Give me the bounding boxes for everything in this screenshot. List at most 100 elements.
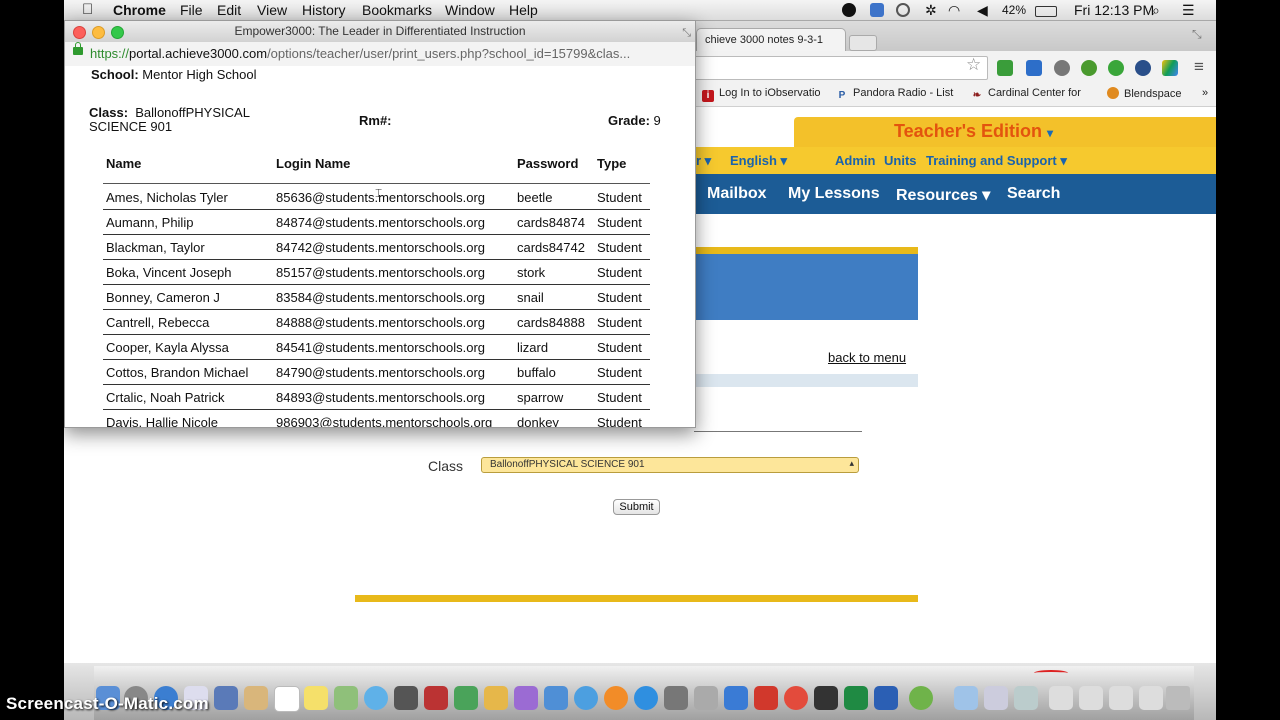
cell-login: 84790@students.mentorschools.org <box>276 365 486 380</box>
app-store-icon[interactable] <box>634 686 658 710</box>
popup-url-bar[interactable]: https://portal.achieve3000.com/options/t… <box>65 42 695 67</box>
documents-folder-icon[interactable] <box>984 686 1008 710</box>
class-select[interactable]: BallonoffPHYSICAL SCIENCE 901 ▴ <box>481 457 859 473</box>
nav-resources[interactable]: Resources ▾ <box>896 185 990 205</box>
downloads-folder-icon[interactable] <box>1014 686 1038 710</box>
chrome-icon[interactable] <box>784 686 808 710</box>
notes-icon[interactable] <box>304 686 328 710</box>
calendar-icon[interactable] <box>274 686 300 712</box>
bookmark-star-icon[interactable]: ☆ <box>966 55 981 75</box>
messages-icon[interactable] <box>364 686 388 710</box>
stack-icon-3[interactable] <box>1109 686 1133 710</box>
new-tab-button[interactable] <box>849 35 877 51</box>
nav-units[interactable]: Units <box>884 153 917 168</box>
browser-tab[interactable]: chieve 3000 notes 9-3-1 <box>696 28 846 51</box>
class-label: Class <box>428 458 464 474</box>
bookmark-iobservation[interactable]: i Log In to iObservatio <box>702 87 821 102</box>
popup-title-bar[interactable]: Empower3000: The Leader in Differentiate… <box>65 21 695 42</box>
menu-history[interactable]: History <box>302 2 346 18</box>
nav-item-truncated[interactable]: r ▾ <box>696 153 711 169</box>
bookmark-cardinal-center[interactable]: ❧ Cardinal Center for <box>971 87 1081 102</box>
cardinal-icon: ❧ <box>972 90 982 101</box>
extension-drive-icon[interactable] <box>1162 60 1178 76</box>
activity-icon[interactable] <box>909 686 933 710</box>
trash-icon[interactable] <box>1166 686 1190 710</box>
menu-view[interactable]: View <box>257 2 287 18</box>
extension-onedrive-icon[interactable] <box>1135 60 1151 76</box>
grade-value: 9 <box>653 113 661 128</box>
chrome-menu-icon[interactable]: ≡ <box>1194 57 1204 77</box>
menu-file[interactable]: File <box>180 2 203 18</box>
menu-help[interactable]: Help <box>509 2 538 18</box>
battery-icon[interactable] <box>1035 6 1057 17</box>
class-label: Class: <box>89 105 129 120</box>
extension-cloud-icon[interactable] <box>1108 60 1124 76</box>
utility-icon[interactable] <box>664 686 688 710</box>
reminders-icon[interactable] <box>334 686 358 710</box>
extension-readaloud-icon[interactable] <box>1054 60 1070 76</box>
stack-icon-4[interactable] <box>1139 686 1163 710</box>
popup-url[interactable]: https://portal.achieve3000.com/options/t… <box>90 46 630 61</box>
som-icon[interactable] <box>814 686 838 710</box>
network-icon[interactable] <box>694 686 718 710</box>
close-window-icon[interactable] <box>73 26 86 39</box>
stack-icon[interactable] <box>1049 686 1073 710</box>
teachers-edition-title[interactable]: Teacher's Edition ▾ <box>894 121 1053 142</box>
itunes-icon[interactable] <box>574 686 598 710</box>
cell-name: Bonney, Cameron J <box>106 290 220 305</box>
school-label: School: <box>91 67 139 82</box>
print-users-popup-window: Empower3000: The Leader in Differentiate… <box>64 20 696 428</box>
fullscreen-icon[interactable]: ⤡ <box>682 23 691 43</box>
bookmarks-overflow-icon[interactable]: » <box>1202 87 1208 99</box>
nav-admin[interactable]: Admin <box>835 153 875 168</box>
nav-search[interactable]: Search <box>1007 185 1060 203</box>
extension-pin-icon[interactable] <box>1081 60 1097 76</box>
time-machine-icon[interactable] <box>896 3 910 17</box>
volume-icon[interactable]: ◀ <box>977 2 988 19</box>
pages-icon[interactable] <box>484 686 508 710</box>
word-icon[interactable] <box>874 686 898 710</box>
nav-english[interactable]: English ▾ <box>730 153 787 169</box>
extension-screencast-icon[interactable] <box>1026 60 1042 76</box>
cell-password: cards84874 <box>517 215 585 230</box>
photo-booth-icon[interactable] <box>424 686 448 710</box>
imovie-icon[interactable] <box>514 686 538 710</box>
cell-password: donkey <box>517 415 559 428</box>
bluetooth-icon[interactable]: ✲ <box>925 2 937 19</box>
app-menu-chrome[interactable]: Chrome <box>113 2 166 18</box>
facetime-icon[interactable] <box>394 686 418 710</box>
menu-edit[interactable]: Edit <box>217 2 241 18</box>
spotlight-search-icon[interactable]: ⌕ <box>1152 2 1160 19</box>
excel-icon[interactable] <box>844 686 868 710</box>
nav-training-support[interactable]: Training and Support ▾ <box>926 153 1067 169</box>
quicktime-icon[interactable] <box>870 3 884 17</box>
stack-icon-2[interactable] <box>1079 686 1103 710</box>
powerpoint-icon[interactable] <box>754 686 778 710</box>
bookmark-blendspace[interactable]: Blendspace <box>1107 87 1182 100</box>
ibooks-icon[interactable] <box>604 686 628 710</box>
iphoto-icon[interactable] <box>454 686 478 710</box>
minimize-window-icon[interactable] <box>92 26 105 39</box>
nav-mailbox[interactable]: Mailbox <box>707 185 767 203</box>
apple-menu-icon[interactable]:  <box>82 1 93 18</box>
applications-folder-icon[interactable] <box>954 686 978 710</box>
wifi-icon[interactable]: ◠ <box>948 2 960 19</box>
extension-evernote-icon[interactable] <box>997 60 1013 76</box>
notification-center-icon[interactable]: ☰ <box>1182 2 1195 19</box>
nav-my-lessons[interactable]: My Lessons <box>788 185 880 203</box>
menu-bookmarks[interactable]: Bookmarks <box>362 2 432 18</box>
submit-button[interactable]: Submit <box>613 499 660 515</box>
address-bar[interactable] <box>684 56 988 80</box>
preview-icon[interactable] <box>214 686 238 710</box>
menu-window[interactable]: Window <box>445 2 495 18</box>
back-to-menu-link[interactable]: back to menu <box>828 350 906 365</box>
word-doc-icon[interactable] <box>724 686 748 710</box>
zoom-window-icon[interactable] <box>111 26 124 39</box>
table-row: Aumann, Philip 84874@students.mentorschoo… <box>103 209 650 235</box>
contacts-icon[interactable] <box>244 686 268 710</box>
window-resize-icon[interactable]: ⤡ <box>1192 27 1202 42</box>
bookmark-pandora[interactable]: P Pandora Radio - List <box>836 87 954 102</box>
keynote-icon[interactable] <box>544 686 568 710</box>
evernote-icon[interactable] <box>842 3 856 17</box>
clock[interactable]: Fri 12:13 PM <box>1074 2 1154 18</box>
